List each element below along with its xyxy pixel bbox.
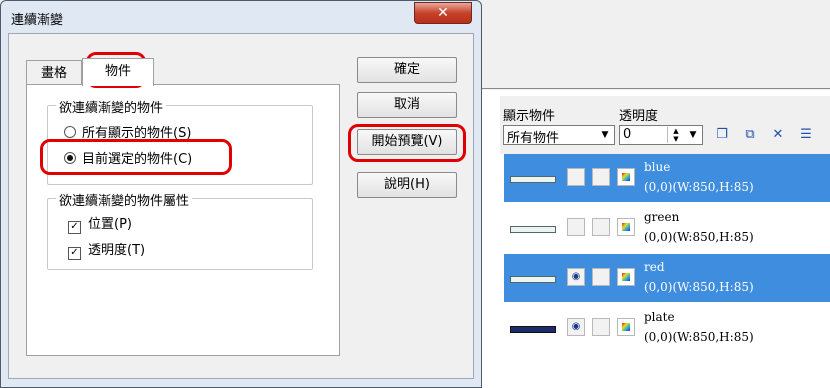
cancel-label: 取消 xyxy=(393,97,420,112)
object-panel-header: 顯示物件 透明度 所有物件 ▼ 0 ▲ ▼ ▼ ❐ ⧉ ✕ ☰ xyxy=(500,96,830,154)
checkmark-icon: ✓ xyxy=(68,221,81,234)
tab-objects[interactable]: 物件 xyxy=(82,58,154,86)
lock-toggle[interactable] xyxy=(592,218,610,236)
close-icon: ✕ xyxy=(437,5,449,21)
radio-icon xyxy=(64,126,76,138)
object-name: plate xyxy=(644,310,675,324)
radio-icon xyxy=(64,152,76,164)
copy-layer-icon[interactable]: ⧉ xyxy=(742,127,758,143)
eye-icon: ◉ xyxy=(571,271,581,282)
title-bar[interactable]: 連續漸變 ✕ xyxy=(1,1,481,33)
checkbox-position[interactable]: ✓ 位置(P) xyxy=(68,213,132,234)
color-icon[interactable] xyxy=(617,268,635,286)
start-preview-button[interactable]: 開始預覽(V) xyxy=(357,129,457,155)
tab-label: 物件 xyxy=(104,64,131,79)
opacity-value: 0 xyxy=(623,127,632,142)
help-button[interactable]: 說明(H) xyxy=(357,172,457,198)
ok-label: 確定 xyxy=(393,62,420,77)
visibility-toggle[interactable] xyxy=(567,168,585,186)
tab-label: 畫格 xyxy=(40,66,67,81)
radio-label: 目前選定的物件(C) xyxy=(82,152,193,167)
object-name: blue xyxy=(644,160,671,174)
object-info: (0,0)(W:850,H:85) xyxy=(644,180,754,194)
tab-panel: 欲連續漸變的物件 所有顯示的物件(S) 目前選定的物件(C) 欲連續漸變的物件屬… xyxy=(26,84,340,356)
object-row-plate[interactable]: ◉ plate (0,0)(W:850,H:85) xyxy=(504,304,830,352)
lock-toggle[interactable] xyxy=(592,268,610,286)
object-panel: 顯示物件 透明度 所有物件 ▼ 0 ▲ ▼ ▼ ❐ ⧉ ✕ ☰ blue (0,0… xyxy=(500,96,830,388)
preview-label: 開始預覽(V) xyxy=(371,134,443,149)
object-info: (0,0)(W:850,H:85) xyxy=(644,330,754,344)
checkbox-label: 透明度(T) xyxy=(88,243,146,258)
object-thumbnail xyxy=(510,326,556,333)
object-attributes-group: 欲連續漸變的物件屬性 ✓ 位置(P) ✓ 透明度(T) xyxy=(47,190,313,270)
object-row-green[interactable]: green (0,0)(W:850,H:85) xyxy=(504,204,830,252)
opacity-label: 透明度 xyxy=(619,109,659,124)
group-title: 欲連續漸變的物件屬性 xyxy=(56,190,193,209)
visibility-toggle[interactable]: ◉ xyxy=(567,268,585,286)
spin-updown-icon[interactable]: ▲ ▼ xyxy=(667,127,684,143)
object-thumbnail xyxy=(510,226,556,233)
object-row-red[interactable]: ◉ red (0,0)(W:850,H:85) xyxy=(504,254,830,302)
color-icon[interactable] xyxy=(617,318,635,336)
chevron-down-icon: ▼ xyxy=(601,130,609,140)
help-label: 說明(H) xyxy=(384,177,430,192)
lock-toggle[interactable] xyxy=(592,318,610,336)
object-row-blue[interactable]: blue (0,0)(W:850,H:85) xyxy=(504,154,830,202)
visibility-toggle[interactable] xyxy=(567,218,585,236)
show-objects-label: 顯示物件 xyxy=(503,109,556,124)
chevron-down-icon[interactable]: ▼ xyxy=(686,128,700,142)
lock-toggle[interactable] xyxy=(592,168,610,186)
dialog-title: 連續漸變 xyxy=(11,13,64,28)
properties-icon[interactable]: ☰ xyxy=(798,127,814,143)
object-thumbnail xyxy=(510,276,556,283)
object-name: red xyxy=(644,260,665,274)
radio-label: 所有顯示的物件(S) xyxy=(82,126,192,141)
delete-icon[interactable]: ✕ xyxy=(770,127,786,143)
checkbox-opacity[interactable]: ✓ 透明度(T) xyxy=(68,239,145,260)
color-icon[interactable] xyxy=(617,168,635,186)
object-info: (0,0)(W:850,H:85) xyxy=(644,230,754,244)
checkbox-label: 位置(P) xyxy=(88,217,132,232)
opacity-field[interactable]: 0 ▲ ▼ ▼ xyxy=(619,125,703,145)
group-title: 欲連續漸變的物件 xyxy=(56,97,167,116)
object-info: (0,0)(W:850,H:85) xyxy=(644,280,754,294)
checkmark-icon: ✓ xyxy=(68,247,81,260)
target-objects-group: 欲連續漸變的物件 所有顯示的物件(S) 目前選定的物件(C) xyxy=(47,97,313,185)
cancel-button[interactable]: 取消 xyxy=(357,92,457,118)
tab-frames[interactable]: 畫格 xyxy=(26,60,82,86)
visibility-toggle[interactable]: ◉ xyxy=(567,318,585,336)
ok-button[interactable]: 確定 xyxy=(357,57,457,83)
object-name: green xyxy=(644,210,680,224)
new-layer-icon[interactable]: ❐ xyxy=(714,127,730,143)
eye-icon: ◉ xyxy=(571,321,581,332)
show-objects-value: 所有物件 xyxy=(507,131,560,146)
toolbar-divider xyxy=(480,88,830,89)
show-objects-select[interactable]: 所有物件 ▼ xyxy=(503,125,615,146)
color-icon[interactable] xyxy=(617,218,635,236)
radio-all-visible[interactable]: 所有顯示的物件(S) xyxy=(64,122,191,141)
object-thumbnail xyxy=(510,176,556,183)
radio-selected-objects[interactable]: 目前選定的物件(C) xyxy=(64,148,192,167)
close-button[interactable]: ✕ xyxy=(414,2,472,24)
